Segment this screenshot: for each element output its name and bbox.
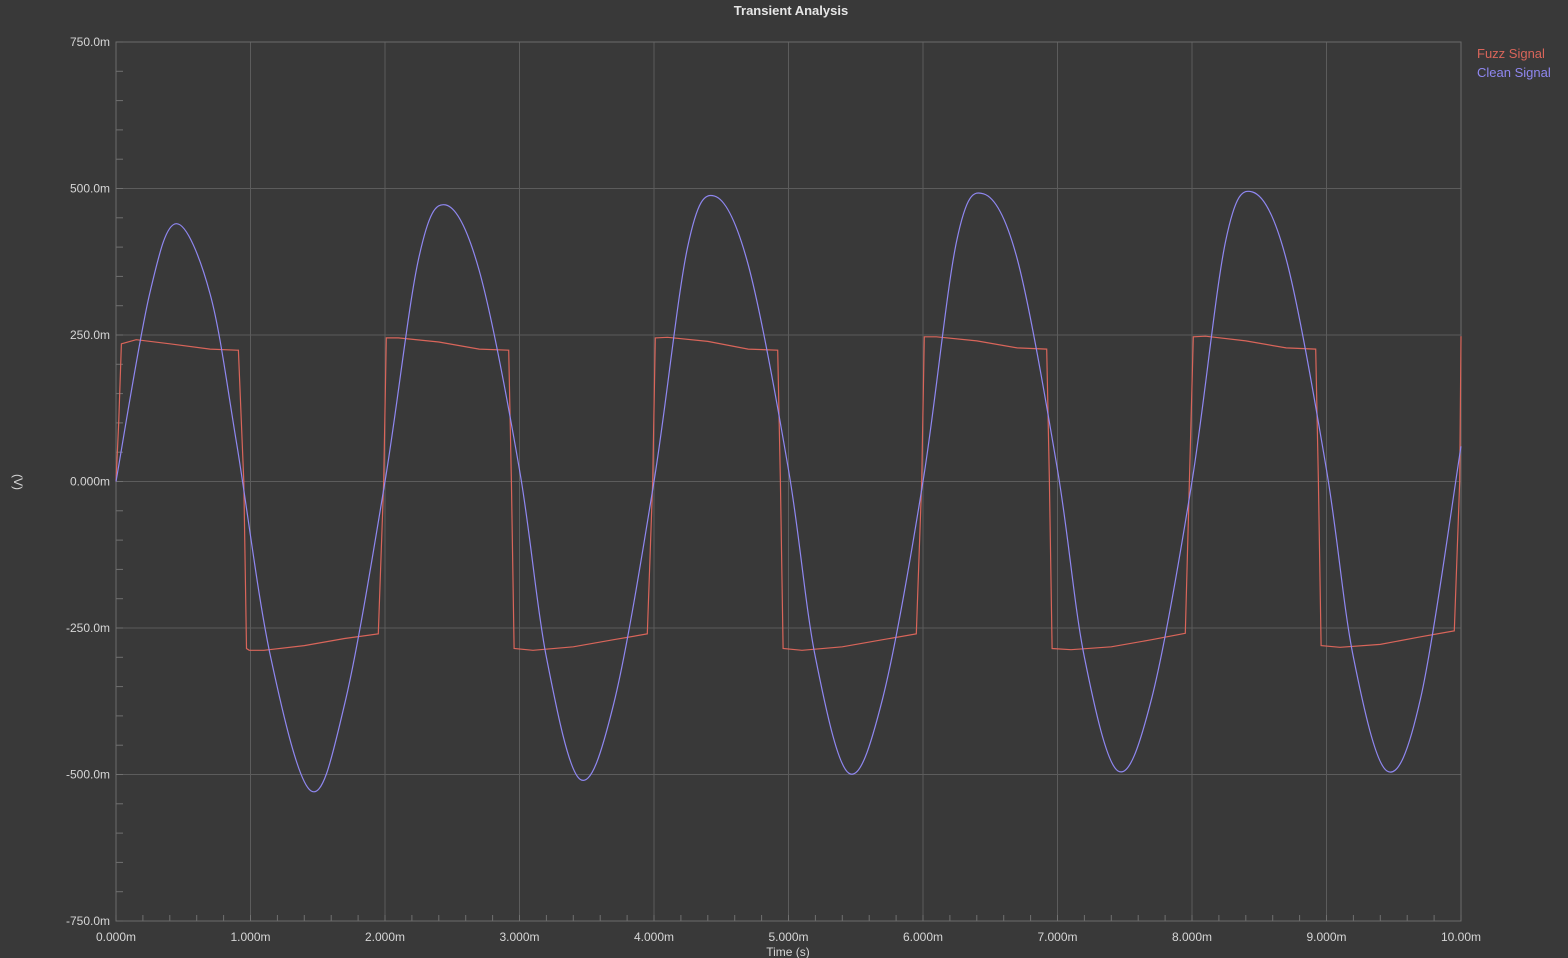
y-tick-label: -250.0m: [66, 621, 110, 635]
y-tick-label: -500.0m: [66, 768, 110, 782]
x-tick-label: 9.000m: [1306, 930, 1346, 944]
y-tick-label: 250.0m: [70, 328, 110, 342]
x-tick-label: 7.000m: [1037, 930, 1077, 944]
y-tick-label: 0.000m: [70, 475, 110, 489]
x-tick-label: 5.000m: [768, 930, 808, 944]
transient-chart: Transient Analysis 750.0m 500.0m 250.0m 0.0…: [11, 3, 1551, 958]
x-tick-label: 3.000m: [499, 930, 539, 944]
x-tick-label: 2.000m: [365, 930, 405, 944]
y-tick-label: 500.0m: [70, 182, 110, 196]
chart-title: Transient Analysis: [734, 3, 848, 18]
y-tick-label: -750.0m: [66, 914, 110, 928]
x-tick-label: 0.000m: [96, 930, 136, 944]
x-axis-label: Time (s): [766, 945, 810, 958]
legend[interactable]: Fuzz Signal Clean Signal: [1477, 46, 1551, 80]
legend-item-clean-signal[interactable]: Clean Signal: [1477, 65, 1551, 80]
x-tick-label: 6.000m: [903, 930, 943, 944]
x-tick-label: 1.000m: [230, 930, 270, 944]
x-tick-label: 10.00m: [1441, 930, 1481, 944]
x-tick-label: 8.000m: [1172, 930, 1212, 944]
x-tick-labels: 0.000m 1.000m 2.000m 3.000m 4.000m 5.000m 6.00…: [96, 930, 1481, 944]
y-tick-labels: 750.0m 500.0m 250.0m 0.000m -250.0m -500.0m -7…: [66, 35, 110, 928]
y-axis-label: (V): [11, 474, 25, 490]
grid: [115, 41, 1462, 922]
y-tick-label: 750.0m: [70, 35, 110, 49]
x-tick-label: 4.000m: [634, 930, 674, 944]
legend-item-fuzz-signal[interactable]: Fuzz Signal: [1477, 46, 1545, 61]
